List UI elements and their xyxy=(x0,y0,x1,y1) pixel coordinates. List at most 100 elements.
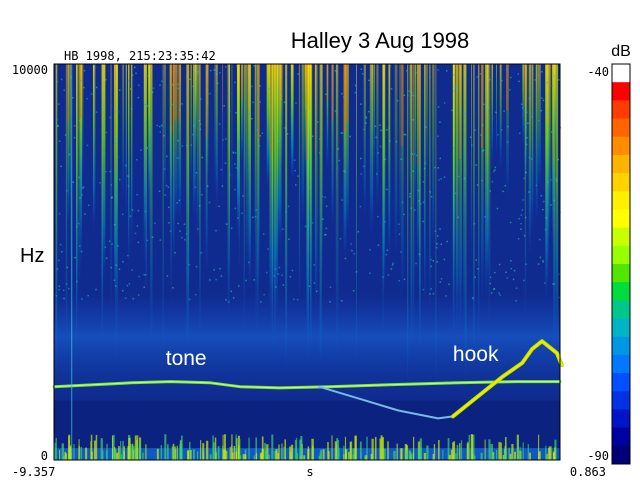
low-band-spike xyxy=(73,443,75,460)
noise-dot xyxy=(161,80,163,83)
sferic-streak xyxy=(335,64,339,355)
sferic-streak xyxy=(491,64,493,160)
noise-dot xyxy=(237,217,239,219)
noise-dot xyxy=(530,158,533,160)
noise-dot xyxy=(129,88,132,90)
noise-dot xyxy=(58,285,61,288)
noise-dot xyxy=(410,98,413,101)
noise-dot xyxy=(513,269,516,272)
noise-dot xyxy=(285,76,287,78)
noise-dot xyxy=(400,251,402,253)
noise-dot xyxy=(228,83,230,85)
y-axis-label: Hz xyxy=(20,245,44,267)
low-band-spike xyxy=(364,455,366,460)
sferic-streak xyxy=(55,64,58,378)
noise-dot xyxy=(224,66,227,68)
noise-dot xyxy=(192,133,194,136)
noise-dot xyxy=(190,144,193,146)
low-band-spike xyxy=(374,436,377,460)
noise-dot xyxy=(430,288,433,290)
noise-dot xyxy=(334,70,337,72)
noise-dot xyxy=(297,73,300,75)
noise-dot xyxy=(219,267,221,270)
sferic-streak-core xyxy=(205,64,207,137)
noise-dot xyxy=(289,275,292,278)
noise-dot xyxy=(494,271,496,274)
noise-dot xyxy=(411,153,413,155)
noise-dot xyxy=(519,132,521,135)
noise-dot xyxy=(414,209,416,211)
noise-dot xyxy=(72,181,74,183)
sferic-streak xyxy=(535,64,538,221)
noise-dot xyxy=(293,159,296,162)
noise-dot xyxy=(510,260,512,262)
low-band-spike xyxy=(299,439,302,460)
noise-dot xyxy=(377,244,380,246)
noise-dot xyxy=(136,225,139,227)
noise-dot xyxy=(99,182,101,184)
noise-dot xyxy=(422,220,424,223)
noise-dot xyxy=(304,225,307,228)
low-band-spike xyxy=(255,453,258,460)
noise-dot xyxy=(506,141,509,143)
noise-dot xyxy=(418,200,420,202)
noise-dot xyxy=(159,84,161,86)
low-band-spike xyxy=(338,447,340,460)
noise-dot xyxy=(492,170,495,173)
noise-dot xyxy=(354,91,357,94)
noise-dot xyxy=(412,170,414,172)
low-band-spike xyxy=(209,454,212,460)
low-band-spike xyxy=(215,451,217,460)
sferic-streak-core xyxy=(401,64,403,146)
noise-dot xyxy=(170,70,173,73)
sferic-streak xyxy=(190,64,192,185)
noise-dot xyxy=(439,157,441,160)
low-band-spike xyxy=(91,451,93,460)
noise-dot xyxy=(396,99,399,102)
chart-title: Halley 3 Aug 1998 xyxy=(291,28,470,53)
noise-dot xyxy=(134,232,137,235)
noise-dot xyxy=(494,169,496,171)
noise-dot xyxy=(135,72,137,75)
noise-dot xyxy=(201,194,203,196)
noise-dot xyxy=(487,107,489,109)
noise-dot xyxy=(95,288,97,291)
sferic-streak xyxy=(484,64,488,298)
noise-dot xyxy=(140,149,142,151)
noise-dot xyxy=(361,73,364,75)
noise-dot xyxy=(506,277,508,279)
noise-dot xyxy=(517,73,520,75)
sferic-streak xyxy=(273,64,275,300)
noise-dot xyxy=(387,274,390,276)
noise-dot xyxy=(119,178,121,181)
noise-dot xyxy=(109,116,112,119)
noise-dot xyxy=(401,201,404,204)
noise-dot xyxy=(228,301,230,303)
sferic-streak xyxy=(414,64,417,207)
y-tick-label: 10000 xyxy=(12,63,48,77)
sferic-streak xyxy=(298,64,301,312)
low-band-spike xyxy=(93,440,96,460)
colorbar-segment xyxy=(612,118,630,138)
noise-dot xyxy=(95,111,98,113)
noise-dot xyxy=(131,74,134,77)
noise-dot xyxy=(430,195,433,198)
sferic-streak xyxy=(372,64,374,225)
colorbar-segment xyxy=(612,300,630,320)
noise-dot xyxy=(324,234,326,236)
low-band-spike xyxy=(294,439,297,460)
noise-dot xyxy=(542,208,544,211)
noise-dot xyxy=(551,84,554,87)
noise-dot xyxy=(172,286,174,289)
sferic-streak xyxy=(82,64,84,177)
sferic-streak xyxy=(528,64,532,256)
noise-dot xyxy=(404,133,407,136)
noise-dot xyxy=(215,69,217,71)
noise-dot xyxy=(374,125,377,128)
noise-dot xyxy=(267,248,269,250)
sferic-streak xyxy=(356,64,357,371)
noise-dot xyxy=(164,194,166,196)
low-band-spike xyxy=(238,445,240,460)
noise-dot xyxy=(58,213,61,215)
noise-dot xyxy=(277,140,279,142)
